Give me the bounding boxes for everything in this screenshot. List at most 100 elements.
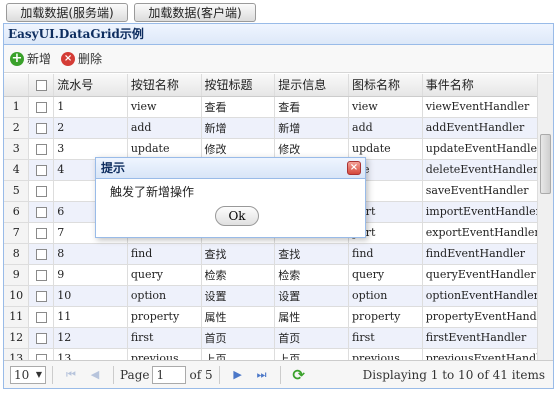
row-checkbox[interactable] <box>28 306 55 328</box>
cell-name: previous <box>127 348 202 360</box>
table-row[interactable]: 3 3 update 修改 修改 update updateEventHandler <box>4 138 553 160</box>
cell-title: 查找 <box>201 243 276 265</box>
table-row[interactable]: 2 2 add 新增 新增 add addEventHandler <box>4 117 553 139</box>
grid-toolbar: + 新增 × 删除 <box>4 45 553 73</box>
row-checkbox[interactable] <box>28 117 55 139</box>
cell-title: 上页 <box>201 348 276 360</box>
cell-id: 1 <box>53 96 128 118</box>
row-checkbox[interactable] <box>28 243 55 265</box>
load-client-button[interactable]: 加载数据(客户端) <box>134 3 256 22</box>
vertical-scrollbar[interactable] <box>537 74 553 360</box>
row-checkbox[interactable] <box>28 222 55 244</box>
first-page-icon[interactable]: ⏮ <box>64 368 78 382</box>
dialog-title: 提示 × <box>96 158 365 179</box>
table-row[interactable]: 11 11 property 属性 属性 property propertyEventHan… <box>4 306 553 328</box>
cell-event: findEventHandler <box>422 243 553 265</box>
row-number: 1 <box>4 96 30 118</box>
delete-label: 删除 <box>78 52 103 66</box>
cell-event: optionEventHandler <box>422 285 553 307</box>
cell-icon: add <box>348 117 423 139</box>
row-checkbox[interactable] <box>28 348 55 360</box>
delete-button[interactable]: × 删除 <box>61 50 102 67</box>
cell-tip: 新增 <box>274 117 350 139</box>
row-checkbox[interactable] <box>28 159 55 181</box>
table-row[interactable]: 1 1 view 查看 查看 view viewEventHandler <box>4 96 553 118</box>
column-header[interactable]: 按钮名称 <box>127 74 202 97</box>
row-checkbox[interactable] <box>28 96 55 118</box>
cell-tip: 修改 <box>274 138 350 160</box>
cell-event: exportEventHandler <box>422 222 553 244</box>
cell-id: 8 <box>53 243 128 265</box>
column-header[interactable]: 事件名称 <box>422 74 553 97</box>
cell-event: addEventHandler <box>422 117 553 139</box>
column-header[interactable]: 图标名称 <box>348 74 423 97</box>
cell-title: 新增 <box>201 117 276 139</box>
cell-icon: view <box>348 96 423 118</box>
add-button[interactable]: + 新增 <box>10 50 51 67</box>
cell-id: 13 <box>53 348 128 360</box>
cell-id: 3 <box>53 138 128 160</box>
pager-separator <box>279 365 281 384</box>
dropdown-arrow-icon: ▼ <box>35 370 42 379</box>
load-server-button[interactable]: 加载数据(服务端) <box>6 3 128 22</box>
cell-name: query <box>127 264 202 286</box>
row-checkbox[interactable] <box>28 180 55 202</box>
cell-title: 首页 <box>201 327 276 349</box>
panel-title: EasyUI.DataGrid示例 <box>4 24 553 45</box>
cell-tip: 查找 <box>274 243 350 265</box>
last-page-icon[interactable]: ⏭ <box>255 368 269 382</box>
cell-title: 属性 <box>201 306 276 328</box>
table-row[interactable]: 8 8 find 查找 查找 find findEventHandler <box>4 243 553 265</box>
dialog-title-text: 提示 <box>101 161 126 175</box>
page-label: Page <box>120 367 150 382</box>
prev-page-icon[interactable]: ◀ <box>88 368 102 382</box>
page-number-input[interactable]: 1 <box>152 365 187 384</box>
cell-tip: 检索 <box>274 264 350 286</box>
row-checkbox[interactable] <box>28 285 55 307</box>
row-number: 8 <box>4 243 30 265</box>
cell-title: 修改 <box>201 138 276 160</box>
table-row[interactable]: 9 9 query 检索 检索 query queryEventHandler <box>4 264 553 286</box>
row-number: 9 <box>4 264 30 286</box>
cell-icon: update <box>348 138 423 160</box>
cell-icon: find <box>348 243 423 265</box>
cell-event: importEventHandler <box>422 201 553 223</box>
row-number: 10 <box>4 285 30 307</box>
select-all-checkbox[interactable] <box>28 74 55 97</box>
column-header[interactable]: 按钮标题 <box>201 74 276 97</box>
cell-name: view <box>127 96 202 118</box>
cell-id: 9 <box>53 264 128 286</box>
scrollbar-thumb[interactable] <box>540 134 551 194</box>
cell-icon: query <box>348 264 423 286</box>
table-row[interactable]: 13 13 previous 上页 上页 previous previousEventHan… <box>4 348 553 360</box>
cell-id: 10 <box>53 285 128 307</box>
row-number: 7 <box>4 222 30 244</box>
cell-event: deleteEventHandler <box>422 159 553 181</box>
cell-event: saveEventHandler <box>422 180 553 202</box>
cell-name: option <box>127 285 202 307</box>
ok-button[interactable]: Ok <box>215 206 259 226</box>
row-checkbox[interactable] <box>28 201 55 223</box>
row-checkbox[interactable] <box>28 138 55 160</box>
row-number: 13 <box>4 348 30 360</box>
row-checkbox[interactable] <box>28 264 55 286</box>
cell-tip: 首页 <box>274 327 350 349</box>
add-icon: + <box>10 50 24 66</box>
close-icon[interactable]: × <box>347 161 361 175</box>
refresh-icon[interactable]: ⟳ <box>292 366 306 384</box>
column-header[interactable]: 流水号 <box>53 74 128 97</box>
row-number: 12 <box>4 327 30 349</box>
top-button-bar: 加载数据(服务端) 加载数据(客户端) <box>6 3 256 22</box>
cell-title: 检索 <box>201 264 276 286</box>
table-row[interactable]: 12 12 first 首页 首页 first firstEventHandler <box>4 327 553 349</box>
cell-id: 2 <box>53 117 128 139</box>
row-checkbox[interactable] <box>28 327 55 349</box>
pager-separator <box>218 365 220 384</box>
delete-icon: × <box>61 51 76 66</box>
cell-icon: property <box>348 306 423 328</box>
column-header[interactable]: 提示信息 <box>274 74 350 97</box>
cell-tip: 查看 <box>274 96 350 118</box>
next-page-icon[interactable]: ▶ <box>231 368 245 382</box>
page-size-select[interactable]: 10 ▼ <box>10 365 46 384</box>
table-row[interactable]: 10 10 option 设置 设置 option optionEventHandler <box>4 285 553 307</box>
